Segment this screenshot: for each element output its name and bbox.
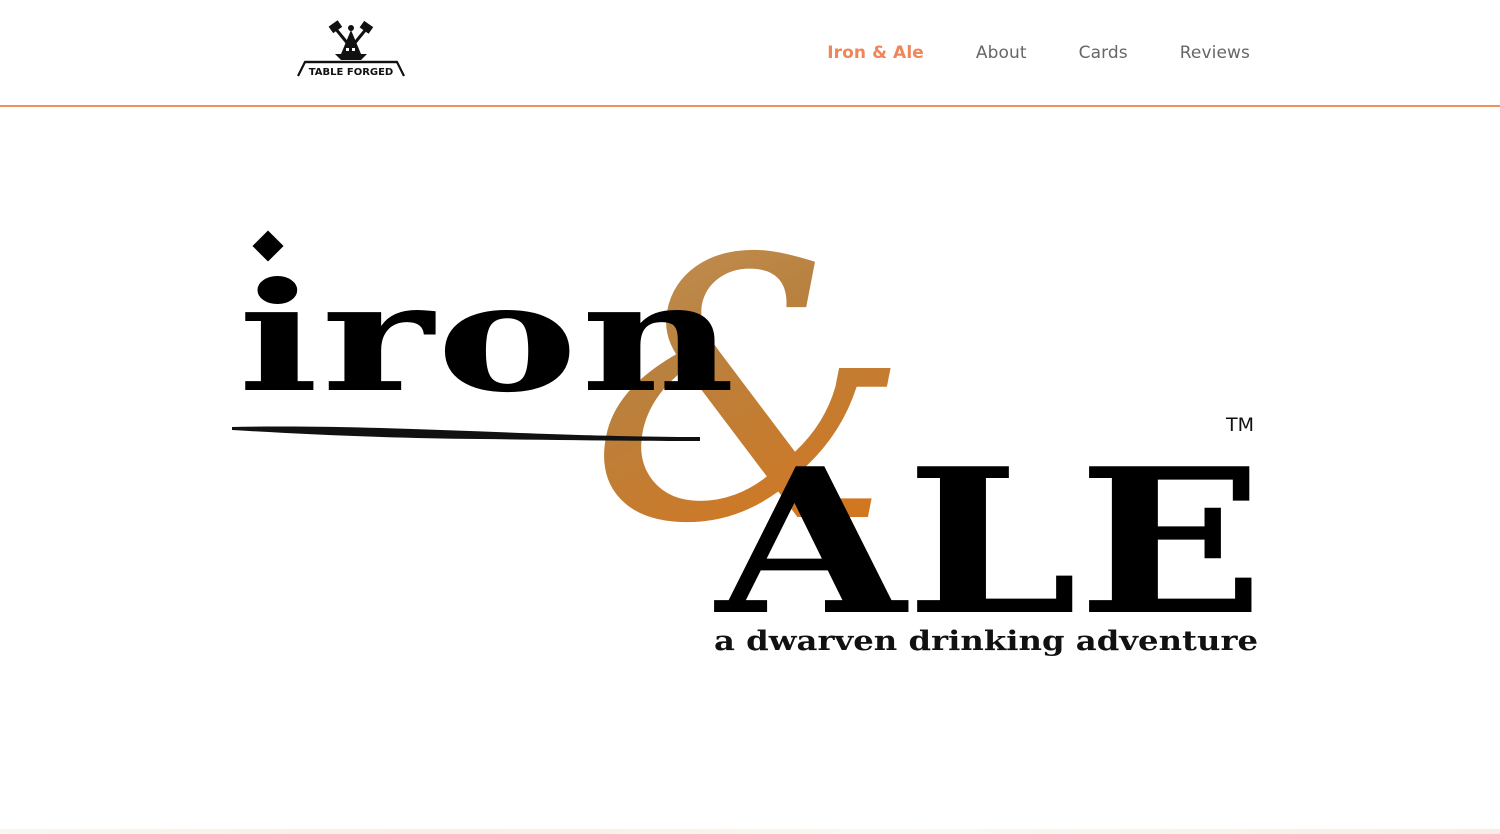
next-section-edge [0, 829, 1500, 834]
trademark-mark: TM [1225, 414, 1254, 436]
logo-word-ale: ALE [714, 425, 1264, 660]
logo-word-iron: iron [238, 250, 738, 426]
nav-link-cards[interactable]: Cards [1079, 43, 1128, 63]
nav-link-about[interactable]: About [976, 43, 1027, 63]
svg-text:TABLE FORGED: TABLE FORGED [309, 67, 393, 78]
nav-link-reviews[interactable]: Reviews [1180, 43, 1250, 63]
nav-link-iron-ale[interactable]: Iron & Ale [827, 43, 924, 63]
table-forged-logo[interactable]: TABLE FORGED [295, 20, 407, 82]
site-header: TABLE FORGED Iron & Ale About Cards Revi… [0, 0, 1500, 107]
logo-tagline: a dwarven drinking adventure [714, 626, 1258, 657]
main-nav: Iron & Ale About Cards Reviews [775, 0, 1250, 105]
iron-and-ale-logo: & iron ALE TM a dwarven drinking adventu… [232, 183, 1264, 660]
hero-section: & iron ALE TM a dwarven drinking adventu… [0, 107, 1500, 834]
anvil-hammer-icon: TABLE FORGED [297, 20, 405, 78]
